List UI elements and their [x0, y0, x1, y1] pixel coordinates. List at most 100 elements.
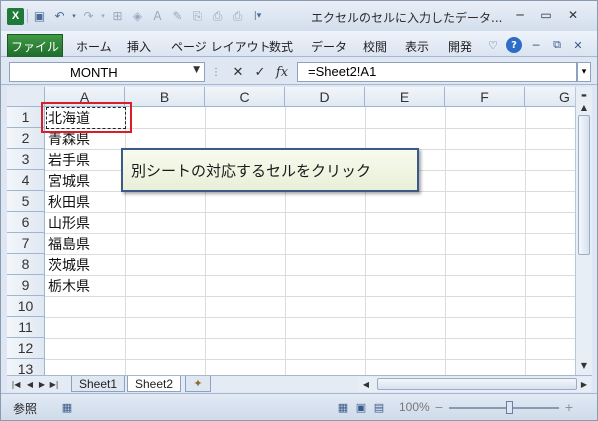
print-icon[interactable]: ⎙: [229, 8, 246, 25]
font-color-icon[interactable]: A: [149, 8, 166, 25]
gridline: [445, 107, 446, 375]
window-title: エクセルのセルに入力したデータ...: [311, 11, 503, 25]
horizontal-scrollbar[interactable]: ◀ ▶: [357, 377, 591, 392]
column-header-b[interactable]: B: [125, 87, 205, 107]
minimize-icon[interactable]: ─: [508, 6, 532, 24]
row-header[interactable]: 8: [7, 254, 45, 275]
file-tab[interactable]: ファイル: [7, 34, 63, 57]
row-header[interactable]: 11: [7, 317, 45, 338]
tab-insert[interactable]: 挿入: [127, 38, 151, 55]
highlight-box: [41, 102, 132, 133]
format-painter-icon[interactable]: ✎: [169, 8, 186, 25]
chevron-down-icon[interactable]: ▼: [193, 65, 200, 75]
paste-icon[interactable]: ⎘: [189, 8, 206, 25]
cell-a4[interactable]: 宮城県: [48, 170, 90, 191]
zoom-slider[interactable]: [449, 407, 559, 409]
cell-a7[interactable]: 福島県: [48, 233, 90, 254]
undo-dropdown-icon[interactable]: ▾: [71, 8, 77, 25]
expand-formula-icon[interactable]: ▾: [577, 62, 591, 82]
cell-a9[interactable]: 栃木県: [48, 275, 90, 296]
gridline: [525, 107, 526, 375]
minimize-ribbon-icon[interactable]: ♡: [485, 37, 501, 53]
scroll-down-icon[interactable]: ▼: [576, 357, 592, 373]
row-header[interactable]: 9: [7, 275, 45, 296]
column-header-g[interactable]: G: [525, 87, 575, 107]
row-header[interactable]: 4: [7, 170, 45, 191]
window-close-icon[interactable]: ✕: [570, 37, 586, 53]
redo-icon[interactable]: ↷: [80, 8, 97, 25]
insert-sheet-icon[interactable]: ✦: [185, 376, 211, 392]
tab-data[interactable]: データ: [311, 38, 347, 55]
scroll-left-icon[interactable]: ◀: [361, 378, 371, 390]
zoom-level[interactable]: 100%: [399, 400, 430, 414]
page-break-view-icon[interactable]: ▤: [371, 399, 387, 415]
row-header[interactable]: 3: [7, 149, 45, 170]
page-layout-view-icon[interactable]: ▣: [353, 399, 369, 415]
tab-review[interactable]: 校閲: [363, 38, 387, 55]
tab-view[interactable]: 表示: [405, 38, 429, 55]
formula-input[interactable]: =Sheet2!A1: [297, 62, 577, 82]
row-header[interactable]: 10: [7, 296, 45, 317]
cell-a3[interactable]: 岩手県: [48, 149, 90, 170]
tab-page-layout[interactable]: ページ レイアウト: [171, 38, 271, 55]
column-header-c[interactable]: C: [205, 87, 285, 107]
enter-icon[interactable]: ✓: [251, 62, 269, 82]
status-bar: 参照 ▦ ▦ ▣ ▤ 100% − +: [1, 393, 597, 420]
row-header[interactable]: 7: [7, 233, 45, 254]
last-sheet-icon[interactable]: ▶|: [49, 378, 59, 390]
worksheet-grid[interactable]: A B C D E F G 1 2 3 4 5 6 7 8 9 10 11 12…: [7, 87, 575, 375]
row-header[interactable]: 5: [7, 191, 45, 212]
row-header[interactable]: 2: [7, 128, 45, 149]
formula-bar-splitter-icon[interactable]: ⋮: [207, 62, 225, 82]
row-header[interactable]: 12: [7, 338, 45, 359]
normal-view-icon[interactable]: ▦: [335, 399, 351, 415]
zoom-out-icon[interactable]: −: [431, 399, 447, 415]
sheet-tab-bar: |◀ ◀ ▶ ▶| Sheet1 Sheet2 ✦ ◀ ▶: [7, 375, 592, 392]
tab-sheet2[interactable]: Sheet2: [127, 376, 181, 392]
scroll-right-icon[interactable]: ▶: [579, 378, 589, 390]
window-restore-icon[interactable]: ⧉: [549, 37, 565, 53]
cell-a6[interactable]: 山形県: [48, 212, 90, 233]
vertical-scroll-thumb[interactable]: [578, 115, 590, 255]
zoom-slider-knob[interactable]: [506, 401, 513, 414]
tab-home[interactable]: ホーム: [76, 38, 112, 55]
prev-sheet-icon[interactable]: ◀: [25, 378, 35, 390]
title-bar: X ▣ ↶ ▾ ↷ ▾ ⊞ ◈ A ✎ ⎘ ⎙ ⎙ |▾ エクセルのセルに入力し…: [1, 1, 597, 31]
undo-icon[interactable]: ↶: [51, 8, 68, 25]
fill-icon[interactable]: ◈: [129, 8, 146, 25]
tab-formulas[interactable]: 数式: [269, 38, 293, 55]
name-box[interactable]: MONTH ▼: [9, 62, 205, 82]
column-header-d[interactable]: D: [285, 87, 365, 107]
macro-record-icon[interactable]: ▦: [59, 399, 75, 415]
save-icon[interactable]: ▣: [31, 8, 48, 25]
cancel-icon[interactable]: ✕: [229, 62, 247, 82]
row-header[interactable]: 6: [7, 212, 45, 233]
redo-dropdown-icon[interactable]: ▾: [100, 8, 106, 25]
excel-app-icon[interactable]: X: [7, 7, 24, 25]
column-header-f[interactable]: F: [445, 87, 525, 107]
scroll-up-icon[interactable]: ▲: [576, 99, 592, 115]
cell-a5[interactable]: 秋田県: [48, 191, 90, 212]
first-sheet-icon[interactable]: |◀: [11, 378, 21, 390]
border-icon[interactable]: ⊞: [109, 8, 126, 25]
restore-icon[interactable]: ▭: [534, 6, 558, 24]
vertical-scrollbar[interactable]: ▬ ▲ ▼: [575, 87, 592, 375]
insert-function-icon[interactable]: fx: [273, 62, 291, 82]
select-all-corner[interactable]: [7, 87, 45, 107]
window-min-icon[interactable]: ─: [528, 37, 544, 53]
cell-a8[interactable]: 茨城県: [48, 254, 90, 275]
row-header[interactable]: 13: [7, 359, 45, 375]
column-header-e[interactable]: E: [365, 87, 445, 107]
tab-developer[interactable]: 開発: [448, 38, 472, 55]
next-sheet-icon[interactable]: ▶: [37, 378, 47, 390]
customize-icon[interactable]: |▾: [249, 8, 266, 25]
help-icon[interactable]: ?: [506, 37, 522, 53]
horizontal-scroll-thumb[interactable]: [377, 378, 577, 390]
zoom-in-icon[interactable]: +: [561, 399, 577, 415]
print-preview-icon[interactable]: ⎙: [209, 8, 226, 25]
row-header[interactable]: 1: [7, 107, 45, 128]
close-icon[interactable]: ✕: [561, 6, 585, 24]
excel-window: X ▣ ↶ ▾ ↷ ▾ ⊞ ◈ A ✎ ⎘ ⎙ ⎙ |▾ エクセルのセルに入力し…: [0, 0, 598, 421]
tab-sheet1[interactable]: Sheet1: [71, 376, 125, 392]
separator: [27, 9, 28, 23]
